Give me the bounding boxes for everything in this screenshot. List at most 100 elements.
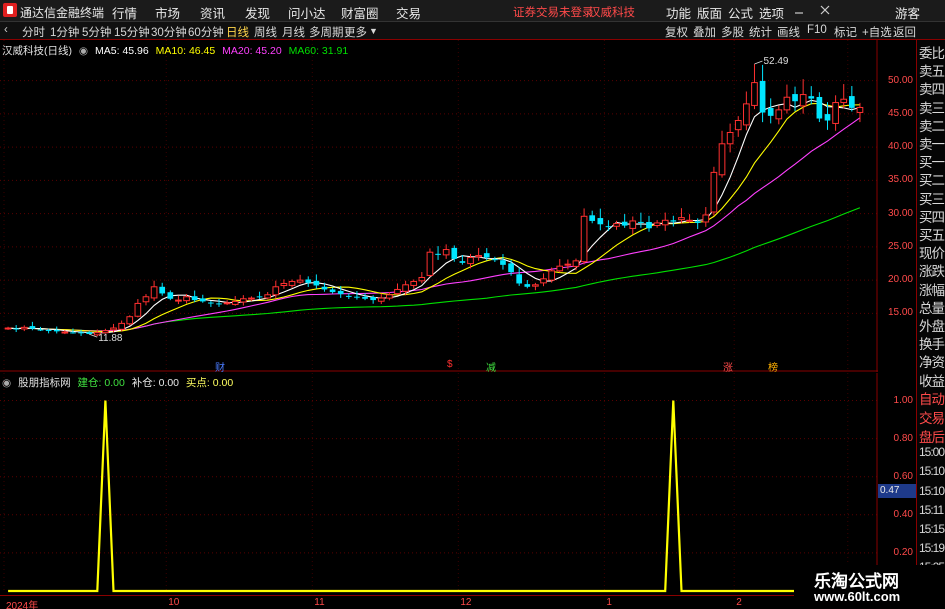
period-tab-1min[interactable]: 1分钟 bbox=[50, 24, 79, 40]
period-tab-30min[interactable]: 30分钟 bbox=[151, 24, 187, 40]
app-window: 通达信金融终端 行情 市场 资讯 发现 问小达 财富圈 交易 证券交易未登录 汉… bbox=[0, 0, 945, 609]
high-label: 52.49 bbox=[763, 56, 788, 67]
candle-body bbox=[248, 297, 255, 300]
period-tab-weekly[interactable]: 周线 bbox=[254, 24, 277, 40]
tool-multistock-button[interactable]: 多股 bbox=[721, 24, 744, 40]
menu-item-market[interactable]: 市场 bbox=[155, 3, 180, 22]
candle-body bbox=[70, 332, 76, 334]
candle-body bbox=[840, 98, 848, 104]
quote-label: 卖三 bbox=[919, 100, 945, 116]
indicator-axis: 1.00 0.80 0.60 0.40 0.20 bbox=[878, 373, 916, 593]
candle-body bbox=[516, 274, 523, 284]
candle-body bbox=[508, 263, 514, 273]
quote-label: 涨幅 bbox=[919, 282, 945, 298]
candle-body bbox=[272, 286, 280, 296]
candle-body bbox=[329, 289, 336, 293]
tick-time: 15:10 bbox=[919, 483, 945, 498]
candle-body bbox=[134, 302, 142, 317]
candle-body bbox=[467, 257, 474, 265]
tool-draw-button[interactable]: 画线 bbox=[777, 24, 800, 40]
quote-label: 涨跌 bbox=[919, 264, 945, 280]
quote-label: 买四 bbox=[919, 209, 945, 225]
period-tab-15min[interactable]: 15分钟 bbox=[114, 24, 150, 40]
menu-item-trade[interactable]: 交易 bbox=[396, 3, 421, 22]
close-icon[interactable] bbox=[818, 3, 832, 17]
candle-body bbox=[418, 276, 426, 282]
tool-f10-button[interactable]: F10 bbox=[807, 24, 827, 36]
menu-item-quotes[interactable]: 行情 bbox=[112, 3, 137, 22]
quote-label: 买五 bbox=[919, 228, 945, 243]
quote-label: 卖一 bbox=[919, 137, 945, 152]
candle-body bbox=[370, 297, 376, 301]
indicator-title: 股朋指标网 bbox=[18, 377, 71, 389]
menu-item-function[interactable]: 功能 bbox=[666, 3, 691, 22]
menu-item-options[interactable]: 选项 bbox=[759, 3, 784, 22]
tool-adjust-button[interactable]: 复权 bbox=[665, 24, 688, 40]
menu-item-wealth[interactable]: 财富圈 bbox=[341, 3, 379, 22]
candle-body bbox=[256, 296, 263, 298]
ma60-legend: MA60: 31.91 bbox=[288, 45, 349, 57]
candle-body bbox=[783, 96, 791, 111]
period-tab-more[interactable]: 更多 bbox=[344, 24, 367, 40]
tool-overlay-button[interactable]: 叠加 bbox=[693, 24, 716, 40]
candle-body bbox=[589, 215, 596, 221]
candle-body bbox=[20, 326, 28, 330]
quote-label: 卖二 bbox=[919, 118, 945, 134]
tool-add-watchlist-button[interactable]: +自选 bbox=[862, 24, 892, 40]
marker-dollar[interactable]: $ bbox=[447, 359, 453, 370]
candle-body bbox=[377, 297, 385, 302]
price-tick: 50.00 bbox=[887, 74, 913, 86]
price-tick: 25.00 bbox=[887, 240, 913, 252]
candle-body bbox=[13, 328, 20, 330]
time-tick: 11 bbox=[314, 597, 325, 608]
time-axis: 2024年101112123 bbox=[0, 595, 878, 609]
price-tick: 15.00 bbox=[887, 307, 913, 319]
marker-rise[interactable]: 涨 bbox=[723, 359, 733, 374]
kline-chart[interactable]: 52.49 11.88 bbox=[0, 40, 878, 372]
candle-body bbox=[670, 220, 677, 222]
candle-body bbox=[191, 296, 198, 301]
candle-body bbox=[240, 298, 247, 303]
period-tab-intraday[interactable]: 分时 bbox=[22, 24, 45, 40]
tick-time: 15:11 bbox=[919, 502, 944, 517]
tool-mark-button[interactable]: 标记 bbox=[834, 24, 857, 40]
user-label[interactable]: 游客 bbox=[895, 3, 920, 22]
indicator-chart[interactable] bbox=[0, 373, 878, 593]
menu-item-news[interactable]: 资讯 bbox=[200, 3, 225, 22]
period-tab-monthly[interactable]: 月线 bbox=[282, 24, 305, 40]
period-tab-5min[interactable]: 5分钟 bbox=[82, 24, 111, 40]
candle-body bbox=[442, 249, 450, 256]
marker-finance[interactable]: 财 bbox=[215, 359, 225, 374]
period-tab-multi[interactable]: 多周期 bbox=[309, 24, 344, 40]
quote-side-panel: 委比 卖五 卖四 卖三 卖二 卖一 买一 买二 买三 买四 买五 现价 涨跌 涨幅 总量 外盘 换手 净资 收益 自动… bbox=[916, 40, 945, 609]
indicator-settings-icon[interactable]: ◉ bbox=[2, 377, 11, 389]
marker-board[interactable]: 榜 bbox=[768, 359, 778, 374]
time-tick: 2 bbox=[736, 597, 742, 608]
login-notice[interactable]: 证券交易未登录 bbox=[513, 4, 594, 20]
period-tab-60min[interactable]: 60分钟 bbox=[188, 24, 224, 40]
candle-body bbox=[548, 270, 555, 281]
chevron-left-icon[interactable]: ‹ bbox=[4, 24, 8, 36]
main-chart-title: 汉威科技(日线) bbox=[2, 45, 72, 57]
menu-item-formula[interactable]: 公式 bbox=[728, 3, 753, 22]
tool-back-button[interactable]: 返回 bbox=[893, 24, 916, 40]
candle-body bbox=[832, 102, 839, 124]
period-tab-daily[interactable]: 日线 bbox=[226, 24, 249, 40]
menu-item-ask[interactable]: 问小达 bbox=[288, 3, 326, 22]
candle-body bbox=[410, 280, 418, 286]
candle-body bbox=[208, 302, 214, 304]
minimize-icon[interactable] bbox=[792, 3, 806, 17]
indicator-tick: 0.80 bbox=[893, 432, 913, 444]
menu-item-layout[interactable]: 版面 bbox=[697, 3, 722, 22]
more-chevron-down-icon[interactable]: ▼ bbox=[369, 26, 378, 36]
marker-reduce[interactable]: 减 bbox=[486, 359, 496, 374]
menu-item-discover[interactable]: 发现 bbox=[245, 3, 270, 22]
candle-body bbox=[183, 296, 190, 302]
candle-body bbox=[354, 296, 360, 298]
ma10-legend: MA10: 46.45 bbox=[155, 45, 216, 57]
legend-settings-icon[interactable]: ◉ bbox=[79, 45, 88, 57]
candle-body bbox=[4, 327, 12, 330]
tool-stats-button[interactable]: 统计 bbox=[749, 24, 772, 40]
candle-body bbox=[710, 171, 718, 213]
candle-body bbox=[78, 332, 84, 334]
